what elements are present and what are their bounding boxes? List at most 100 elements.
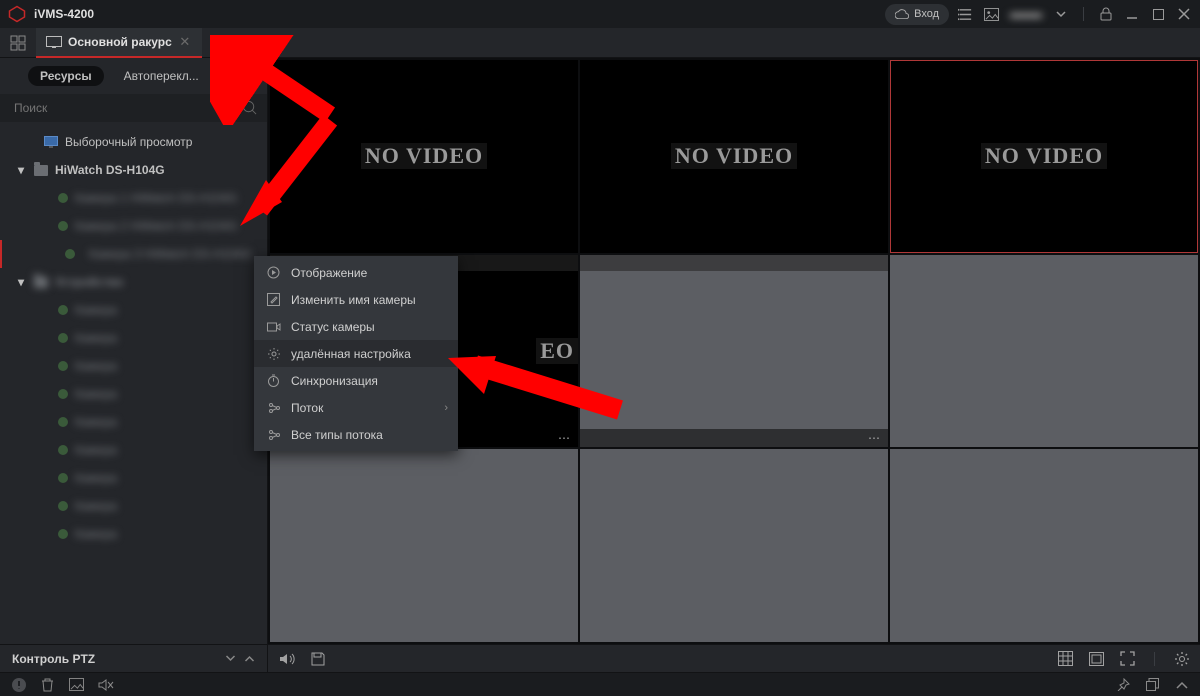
alert-icon[interactable] [10,676,27,693]
tab-main-view[interactable]: Основной ракурс ✕ [36,28,202,58]
divider [1083,7,1084,21]
video-tile-empty[interactable] [890,449,1198,642]
tree-label: Камера [75,471,117,485]
volume-icon[interactable] [278,650,295,667]
video-tile[interactable]: NO VIDEO [580,60,888,253]
tree-selective-view[interactable]: Выборочный просмотр [0,128,267,156]
tree-camera-item[interactable]: Камера 3 HiWatch DS-H104G [0,240,267,268]
camera-status-icon [58,221,68,231]
pill-resources[interactable]: Ресурсы [28,66,104,86]
close-icon[interactable] [1176,6,1192,22]
video-tile-empty[interactable]: ⋯ [580,255,888,448]
tree-device-second[interactable]: ▾ Устройство [0,268,267,296]
fullscreen-icon[interactable] [1119,650,1136,667]
tree-label: Камера [75,527,117,541]
tree-label: HiWatch DS-H104G [55,163,165,177]
tree-camera-item[interactable]: Камера [0,352,267,380]
play-icon [266,265,281,280]
apps-grid-icon[interactable] [0,28,36,58]
tree-camera-item[interactable]: Камера [0,436,267,464]
user-icon[interactable]: ▬▬ [1009,6,1043,22]
sidebar: Ресурсы Автоперекл... Выборочный просмот… [0,58,268,644]
chevron-down-icon[interactable] [225,655,236,662]
ctx-sync[interactable]: Синхронизация [254,367,458,394]
app-logo-icon [8,5,26,23]
cloud-login-button[interactable]: Вход [885,4,949,25]
tab-close-icon[interactable]: ✕ [178,35,192,49]
search-input[interactable] [0,94,267,122]
minimize-icon[interactable] [1124,6,1140,22]
status-bar [0,672,1200,696]
list-icon[interactable] [957,6,973,22]
lock-icon[interactable] [1098,6,1114,22]
chevron-down-icon[interactable] [1053,6,1069,22]
ctx-all-streams[interactable]: Все типы потока [254,421,458,448]
window-icon[interactable] [1088,650,1105,667]
tree-camera-item[interactable]: Камера [0,324,267,352]
camera-status-icon [58,389,68,399]
video-tile-selected[interactable]: NO VIDEO [890,60,1198,253]
camera-status-icon [58,501,68,511]
app-title: iVMS-4200 [34,7,94,21]
video-tile-empty[interactable] [580,449,888,642]
tree-label: Камера [75,387,117,401]
picture-icon[interactable] [983,6,999,22]
picture-icon[interactable] [68,676,85,693]
tree-camera-item[interactable]: Камера 2 HiWatch DS-H104G [0,212,267,240]
tree-camera-item[interactable]: Камера [0,464,267,492]
camera-status-icon [65,249,75,259]
camera-status-icon [58,333,68,343]
chevron-up-icon[interactable] [244,655,255,662]
camera-status-icon [58,473,68,483]
control-row: Контроль PTZ [0,644,1200,672]
chevron-right-icon: › [444,402,448,414]
search-icon[interactable] [242,100,257,115]
stack-icon[interactable] [1144,676,1161,693]
expand-up-icon[interactable] [1173,676,1190,693]
ctx-status[interactable]: Статус камеры [254,313,458,340]
tree-label: Камера [75,331,117,345]
device-tree: Выборочный просмотр ▾ HiWatch DS-H104G К… [0,126,267,644]
ctx-label: Статус камеры [291,320,375,334]
camera-status-icon [58,305,68,315]
tree-label: Камера 3 HiWatch DS-H104G [89,247,251,261]
pill-autoswitch[interactable]: Автоперекл... [112,66,211,86]
ctx-label: Все типы потока [291,428,383,442]
tile-toolbar[interactable]: ⋯ [580,429,888,447]
chevron-down-icon[interactable]: ▾ [16,275,26,289]
gear-icon[interactable] [1173,650,1190,667]
trash-icon[interactable] [39,676,56,693]
tree-camera-item[interactable]: Камера [0,408,267,436]
gear-icon [266,346,281,361]
tree-camera-item[interactable]: Камера [0,380,267,408]
save-icon[interactable] [309,650,326,667]
tree-device-hiwatch[interactable]: ▾ HiWatch DS-H104G [0,156,267,184]
tree-camera-item[interactable]: Камера [0,296,267,324]
video-tile[interactable]: NO VIDEO [270,60,578,253]
stopwatch-icon [266,373,281,388]
tree-camera-item[interactable]: Камера 1 HiWatch DS-H104G [0,184,267,212]
chevron-down-icon[interactable]: ▾ [16,163,26,177]
video-tile-empty[interactable] [270,449,578,642]
title-bar: iVMS-4200 Вход ▬▬ [0,0,1200,28]
camera-status-icon [58,193,68,203]
ctx-remote-settings[interactable]: удалённая настройка [254,340,458,367]
ctx-rename[interactable]: Изменить имя камеры [254,286,458,313]
camera-icon [266,319,281,334]
video-tile-empty[interactable] [890,255,1198,448]
cloud-icon [895,9,909,19]
ctx-stream[interactable]: Поток › [254,394,458,421]
tree-camera-item[interactable]: Камера [0,520,267,548]
ptz-panel-header[interactable]: Контроль PTZ [0,645,268,673]
ctx-label: удалённая настройка [291,347,411,361]
maximize-icon[interactable] [1150,6,1166,22]
mute-icon[interactable] [97,676,114,693]
no-video-label: NO VIDEO [671,143,797,169]
ctx-display[interactable]: Отображение [254,259,458,286]
pin-icon[interactable] [1115,676,1132,693]
titlebar-icon-group: ▬▬ [957,6,1192,22]
tree-camera-item[interactable]: Камера [0,492,267,520]
no-video-label: EO [536,338,578,364]
layout-grid-icon[interactable] [1057,650,1074,667]
folder-icon [34,165,48,176]
